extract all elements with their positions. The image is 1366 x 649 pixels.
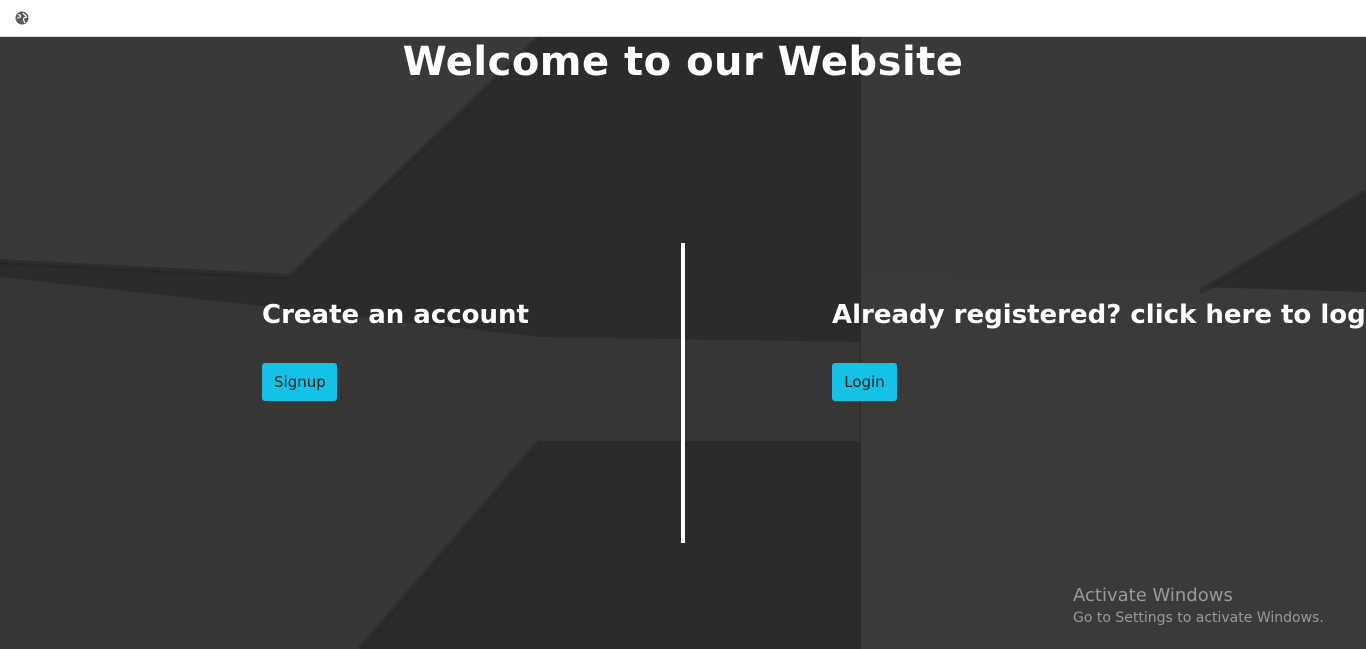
main-stage: Welcome to our Website Create an account… — [0, 37, 1366, 649]
login-button[interactable]: Login — [832, 363, 897, 401]
activate-windows-watermark: Activate Windows Go to Settings to activ… — [1073, 585, 1324, 626]
watermark-title: Activate Windows — [1073, 585, 1233, 606]
watermark-subtitle: Go to Settings to activate Windows. — [1073, 610, 1324, 626]
signup-heading: Create an account — [262, 300, 529, 330]
login-heading: Already registered? click here to login — [832, 300, 1366, 330]
globe-icon — [15, 11, 29, 25]
browser-topbar — [0, 0, 1366, 37]
page-title: Welcome to our Website — [402, 39, 964, 85]
vertical-divider — [681, 243, 685, 543]
signup-button[interactable]: Signup — [262, 363, 337, 401]
